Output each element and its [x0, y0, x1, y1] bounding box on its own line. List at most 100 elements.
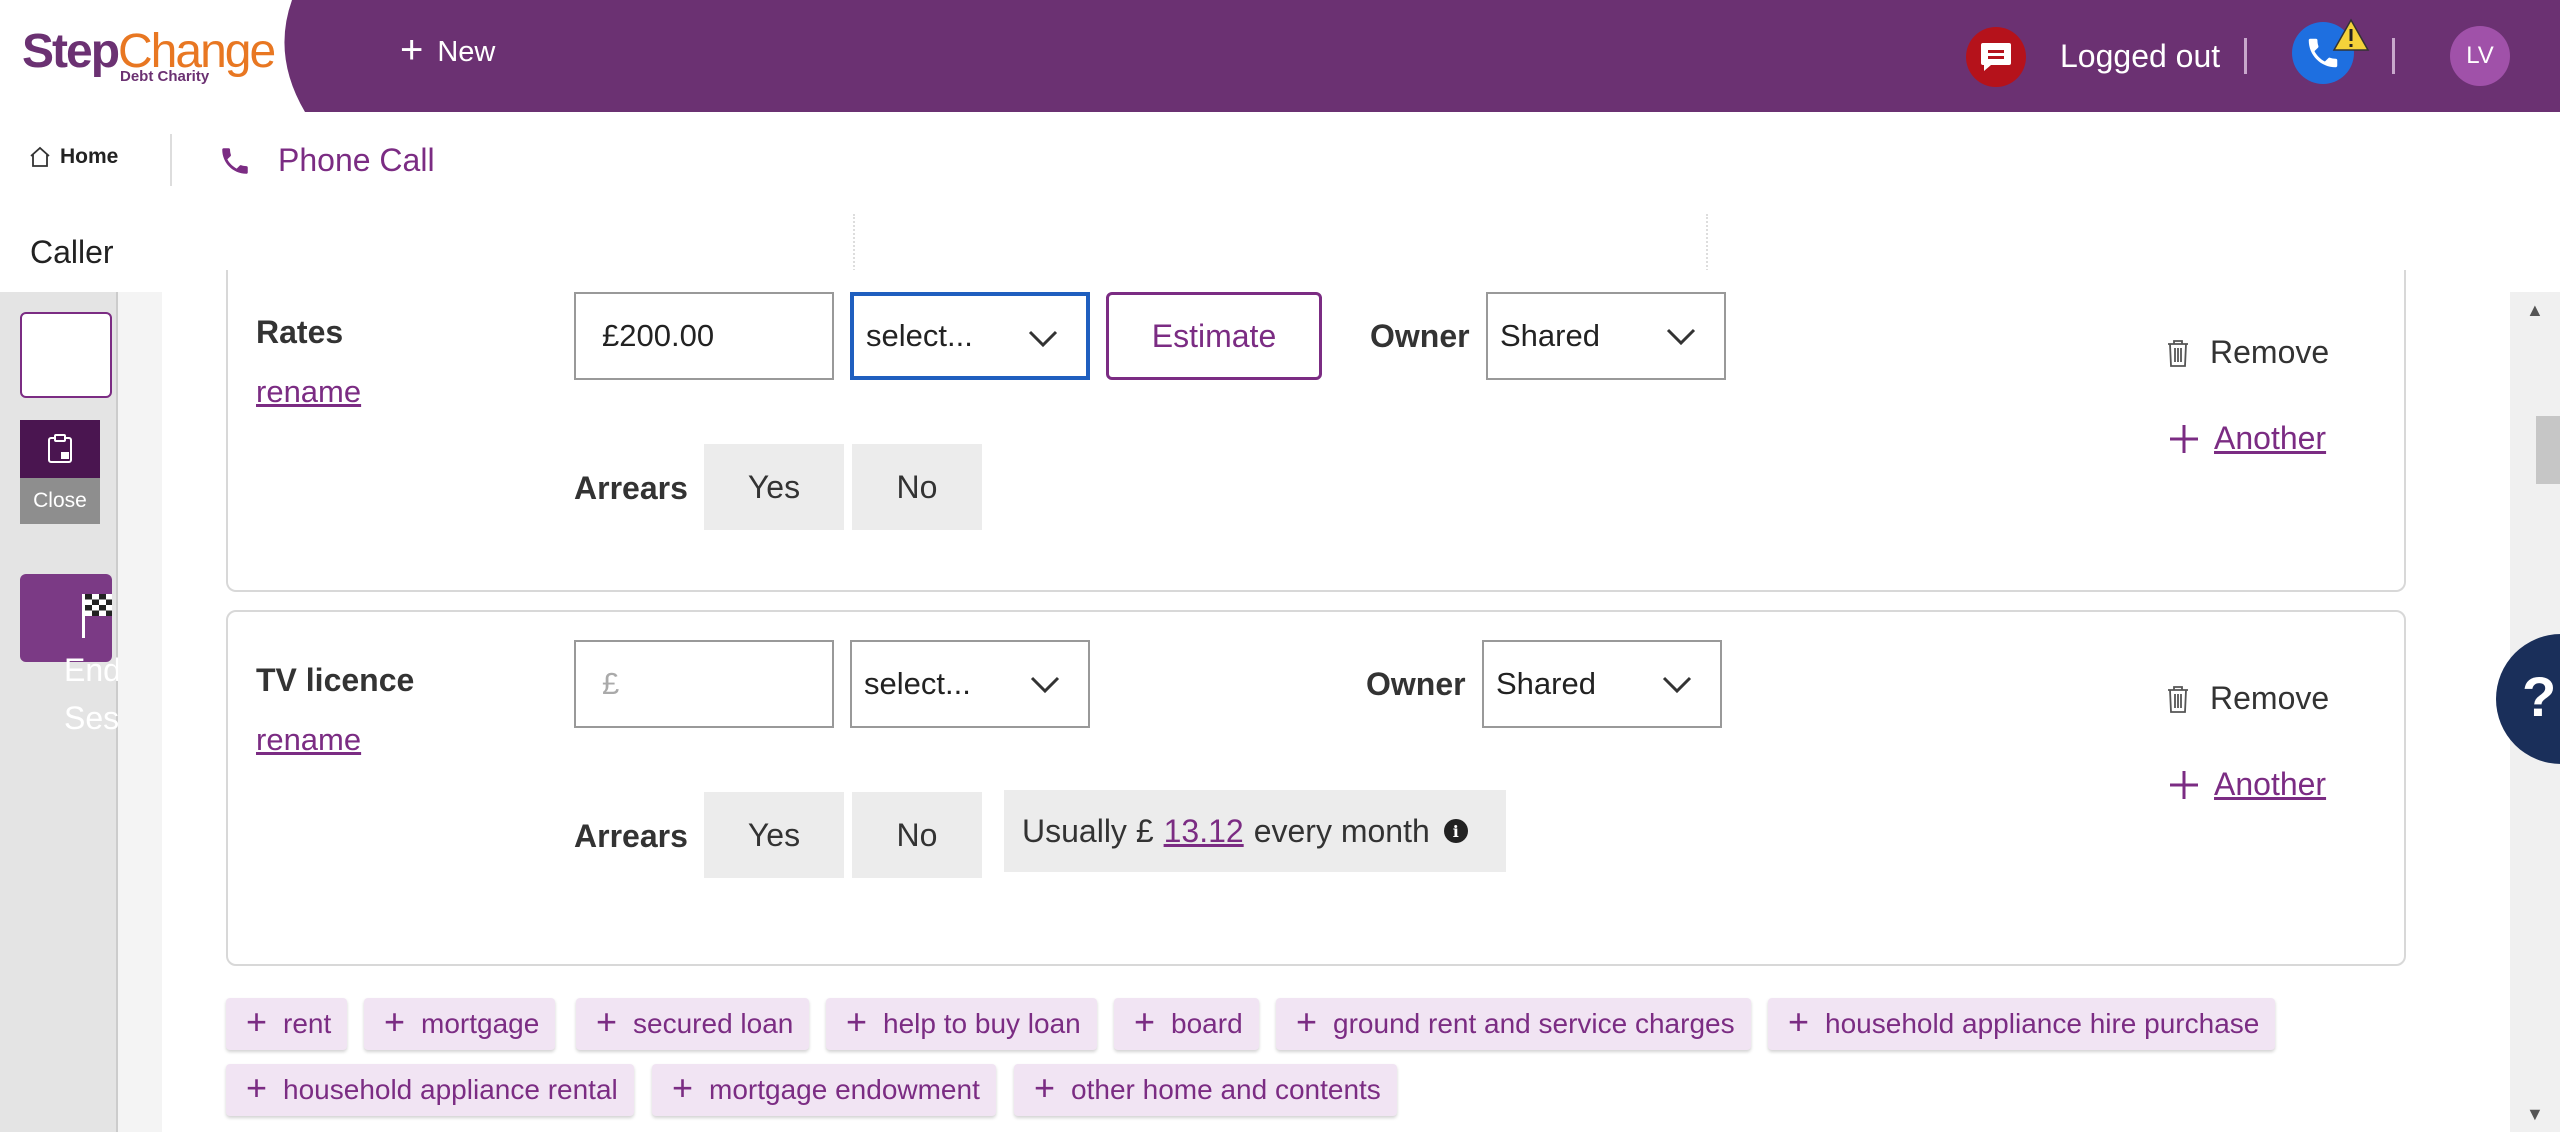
arrears-yes-button[interactable]: Yes — [704, 792, 844, 878]
header-divider — [2244, 38, 2247, 74]
expense-name: Rates — [256, 314, 344, 350]
add-expense-chip[interactable]: + household appliance hire purchase — [1768, 998, 2276, 1050]
add-expense-chip[interactable]: + mortgage endowment — [652, 1064, 996, 1116]
add-another-button[interactable]: Another — [2168, 420, 2326, 457]
add-expense-chip[interactable]: + secured loan — [576, 998, 810, 1050]
chevron-down-icon — [1028, 330, 1058, 348]
owner-select-value: Shared — [1496, 666, 1596, 701]
another-label: Another — [2214, 420, 2327, 456]
phone-call-label: Phone Call — [278, 142, 435, 178]
home-label: Home — [60, 145, 119, 168]
add-expense-chip[interactable]: + rent — [226, 998, 348, 1050]
plus-icon: + — [246, 1067, 268, 1108]
owner-label: Owner — [1366, 666, 1466, 702]
rename-link[interactable]: rename — [256, 374, 361, 410]
header-divider — [2392, 38, 2395, 74]
user-avatar[interactable]: LV — [2450, 26, 2510, 86]
plus-icon: + — [1296, 1001, 1318, 1042]
estimate-button[interactable]: Estimate — [1106, 292, 1322, 380]
trash-icon — [2168, 339, 2188, 367]
add-expense-chip[interactable]: + other home and contents — [1014, 1064, 1397, 1116]
caller-label: Caller — [30, 234, 114, 270]
chip-label: secured loan — [633, 1008, 794, 1039]
frequency-select[interactable]: select... — [850, 292, 1090, 380]
usual-prefix: Usually £ — [1022, 812, 1154, 849]
logo-subtitle: Debt Charity — [120, 68, 210, 85]
arrears-no-button[interactable]: No — [852, 792, 982, 878]
amount-input[interactable]: £ — [574, 640, 834, 728]
plus-icon: + — [1788, 1001, 1810, 1042]
chip-label: mortgage — [421, 1008, 540, 1039]
close-button[interactable]: Close — [20, 420, 100, 524]
frequency-select-value: select... — [864, 666, 971, 701]
scrollbar-thumb[interactable] — [2536, 416, 2560, 484]
expense-card-tv-licence — [226, 610, 2406, 966]
remove-label: Remove — [2210, 680, 2330, 716]
chip-label: mortgage endowment — [709, 1074, 980, 1105]
usual-amount-hint: Usually £ 13.12 every month i — [1004, 790, 1506, 872]
plus-icon: + — [400, 28, 424, 72]
plus-icon: + — [384, 1001, 406, 1042]
add-expense-chip[interactable]: + help to buy loan — [826, 998, 1097, 1050]
add-expense-chip[interactable]: + ground rent and service charges — [1276, 998, 1751, 1050]
add-expense-chip[interactable]: + household appliance rental — [226, 1064, 634, 1116]
plus-icon: + — [672, 1067, 694, 1108]
amount-input[interactable]: £200.00 — [574, 292, 834, 380]
arrears-label: Arrears — [574, 470, 688, 506]
chat-icon[interactable] — [1966, 27, 2026, 87]
chevron-down-icon — [1662, 676, 1692, 694]
chevron-down-icon — [1666, 328, 1696, 346]
remove-button[interactable]: Remove — [2166, 334, 2329, 371]
scroll-up-arrow-icon[interactable]: ▲ — [2526, 300, 2544, 321]
chip-label: household appliance hire purchase — [1825, 1008, 2260, 1039]
chip-label: other home and contents — [1071, 1074, 1381, 1105]
info-icon[interactable]: i — [1443, 819, 1468, 843]
new-button-label: New — [437, 35, 496, 68]
usual-suffix: every month — [1253, 812, 1430, 849]
chip-label: help to buy loan — [883, 1008, 1081, 1039]
expense-name: TV licence — [256, 662, 415, 698]
warning-icon — [2332, 18, 2370, 51]
frequency-select[interactable]: select... — [850, 640, 1090, 728]
new-button[interactable]: + New — [400, 30, 496, 70]
question-mark-icon: ? — [2522, 665, 2557, 728]
remove-button[interactable]: Remove — [2166, 680, 2329, 717]
plus-icon: + — [596, 1001, 618, 1042]
chat-bubble-icon — [1981, 43, 2011, 71]
add-another-button[interactable]: Another — [2168, 766, 2326, 803]
owner-select[interactable]: Shared — [1486, 292, 1726, 380]
plus-icon: + — [246, 1001, 268, 1042]
add-expense-chip[interactable]: + mortgage — [364, 998, 556, 1050]
remove-label: Remove — [2210, 334, 2330, 370]
rail-blank-button[interactable] — [20, 312, 112, 398]
plus-icon — [2170, 770, 2198, 799]
chip-label: board — [1171, 1008, 1243, 1039]
phone-icon — [222, 147, 248, 174]
frequency-select-value: select... — [866, 318, 973, 353]
clipboard-icon — [20, 420, 100, 478]
owner-select[interactable]: Shared — [1482, 640, 1722, 728]
usual-amount-link[interactable]: 13.12 — [1164, 813, 1244, 850]
logo[interactable]: StepChange Debt Charity — [0, 0, 305, 112]
add-expense-chip[interactable]: + board — [1114, 998, 1259, 1050]
chip-label: ground rent and service charges — [1333, 1008, 1735, 1039]
close-label: Close — [20, 478, 100, 524]
arrears-yes-button[interactable]: Yes — [704, 444, 844, 530]
chip-label: household appliance rental — [283, 1074, 618, 1105]
plus-icon: + — [1034, 1067, 1056, 1108]
owner-label: Owner — [1370, 318, 1470, 354]
home-link[interactable]: Home — [28, 145, 118, 169]
chip-label: rent — [283, 1008, 332, 1039]
arrears-no-button[interactable]: No — [852, 444, 982, 530]
nav-divider — [170, 134, 172, 186]
plus-icon: + — [1134, 1001, 1156, 1042]
scroll-down-arrow-icon[interactable]: ▼ — [2526, 1104, 2544, 1125]
another-label: Another — [2214, 766, 2327, 802]
chevron-down-icon — [1030, 676, 1060, 694]
rename-link[interactable]: rename — [256, 722, 361, 758]
plus-icon — [2170, 424, 2198, 453]
logged-out-status[interactable]: Logged out — [2060, 38, 2220, 75]
home-icon — [30, 146, 50, 167]
tab-phone-call[interactable]: Phone Call — [218, 142, 435, 179]
owner-select-value: Shared — [1500, 318, 1600, 353]
